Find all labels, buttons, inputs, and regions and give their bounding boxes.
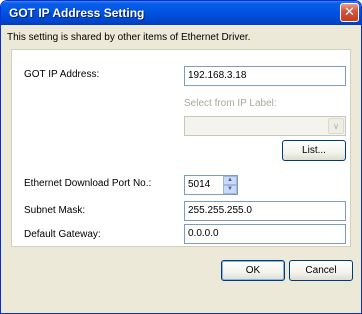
- stepper-buttons: ▲ ▼: [223, 176, 237, 194]
- got-ip-label: GOT IP Address:: [24, 69, 100, 80]
- default-gateway-input[interactable]: 0.0.0.0: [184, 224, 346, 244]
- close-button[interactable]: ✕: [340, 3, 359, 22]
- download-port-stepper[interactable]: 5014 ▲ ▼: [184, 175, 238, 195]
- triangle-up-icon[interactable]: ▲: [223, 176, 237, 185]
- list-button[interactable]: List...: [282, 140, 346, 161]
- subnet-mask-label: Subnet Mask:: [24, 205, 86, 216]
- dialog-title: GOT IP Address Setting: [9, 6, 145, 20]
- triangle-down-icon[interactable]: ▼: [223, 185, 237, 194]
- close-icon: ✕: [344, 4, 355, 19]
- title-bar[interactable]: GOT IP Address Setting ✕: [1, 1, 361, 25]
- subnet-mask-input[interactable]: 255.255.255.0: [184, 201, 346, 221]
- chevron-down-icon[interactable]: ∨: [328, 118, 344, 134]
- cancel-button[interactable]: Cancel: [289, 260, 353, 281]
- dialog-window: GOT IP Address Setting ✕ This setting is…: [0, 0, 362, 314]
- settings-panel: GOT IP Address: 192.168.3.18 Select from…: [11, 49, 351, 247]
- download-port-label: Ethernet Download Port No.:: [24, 178, 152, 189]
- info-text: This setting is shared by other items of…: [7, 32, 251, 43]
- ip-label-dropdown[interactable]: ∨: [184, 116, 346, 136]
- ok-button[interactable]: OK: [221, 260, 285, 281]
- got-ip-input[interactable]: 192.168.3.18: [184, 66, 346, 86]
- default-gateway-label: Default Gateway:: [24, 229, 101, 240]
- select-ip-label: Select from IP Label:: [184, 98, 277, 109]
